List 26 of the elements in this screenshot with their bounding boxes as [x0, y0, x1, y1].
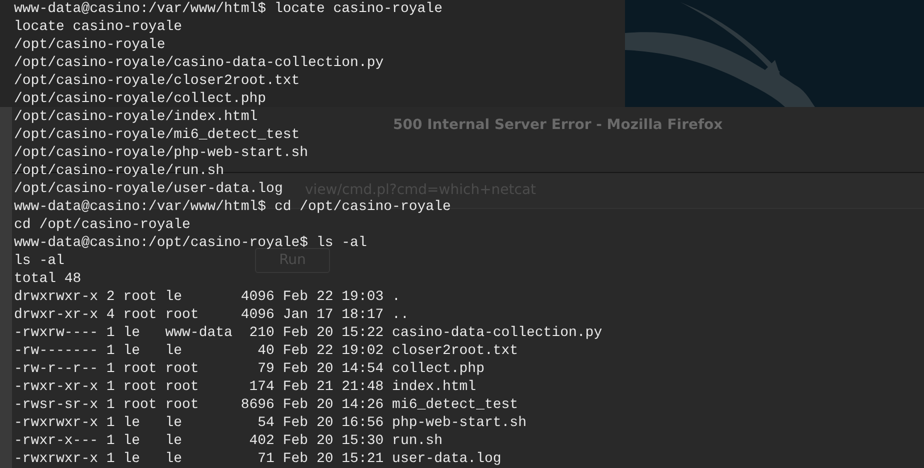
terminal-line: /opt/casino-royale/index.html	[14, 108, 258, 126]
terminal-line: /opt/casino-royale/php-web-start.sh	[14, 144, 308, 162]
terminal-line: total 48	[14, 270, 82, 288]
terminal-line: -rwxr-x--- 1 le le 402 Feb 20 15:30 run.sh	[14, 432, 442, 450]
window-title: 500 Internal Server Error - Mozilla Firefox	[393, 116, 723, 134]
terminal-line: /opt/casino-royale/user-data.log	[14, 180, 283, 198]
terminal-line: -rwxrwxr-x 1 le le 54 Feb 20 16:56 php-web-start.sh	[14, 414, 526, 432]
terminal-line: locate casino-royale	[14, 18, 182, 36]
terminal-line: -rw------- 1 le le 40 Feb 22 19:02 closer2root.txt	[14, 342, 518, 360]
terminal-line: -rwxr-xr-x 1 root root 174 Feb 21 21:48 index.html	[14, 378, 476, 396]
terminal-line: /opt/casino-royale	[14, 36, 166, 54]
terminal-line: cd /opt/casino-royale	[14, 216, 190, 234]
terminal-line: -rwxrw---- 1 le www-data 210 Feb 20 15:22 casino-data-collection.py	[14, 324, 602, 342]
terminal-line: drwxrwxr-x 2 root le 4096 Feb 22 19:03 .	[14, 288, 400, 306]
terminal-line: /opt/casino-royale/collect.php	[14, 90, 266, 108]
terminal-line: -rwsr-sr-x 1 root root 8696 Feb 20 14:26 mi6_detect_test	[14, 396, 518, 414]
terminal-line: -rw-r--r-- 1 root root 79 Feb 20 14:54 collect.php	[14, 360, 484, 378]
terminal-line: www-data@casino:/var/www/html$ locate casino-royale	[14, 0, 442, 18]
terminal-line: drwxr-xr-x 4 root root 4096 Jan 17 18:17 ..	[14, 306, 409, 324]
terminal-line: ls -al	[14, 252, 64, 270]
terminal-line: -rwxrwxr-x 1 le le 71 Feb 20 15:21 user-data.log	[14, 450, 502, 468]
terminal-line: www-data@casino:/var/www/html$ cd /opt/casino-royale	[14, 198, 451, 216]
terminal-line: /opt/casino-royale/mi6_detect_test	[14, 126, 300, 144]
terminal-line: /opt/casino-royale/run.sh	[14, 162, 224, 180]
terminal-line: /opt/casino-royale/casino-data-collection.py	[14, 54, 384, 72]
terminal-line: /opt/casino-royale/closer2root.txt	[14, 72, 300, 90]
